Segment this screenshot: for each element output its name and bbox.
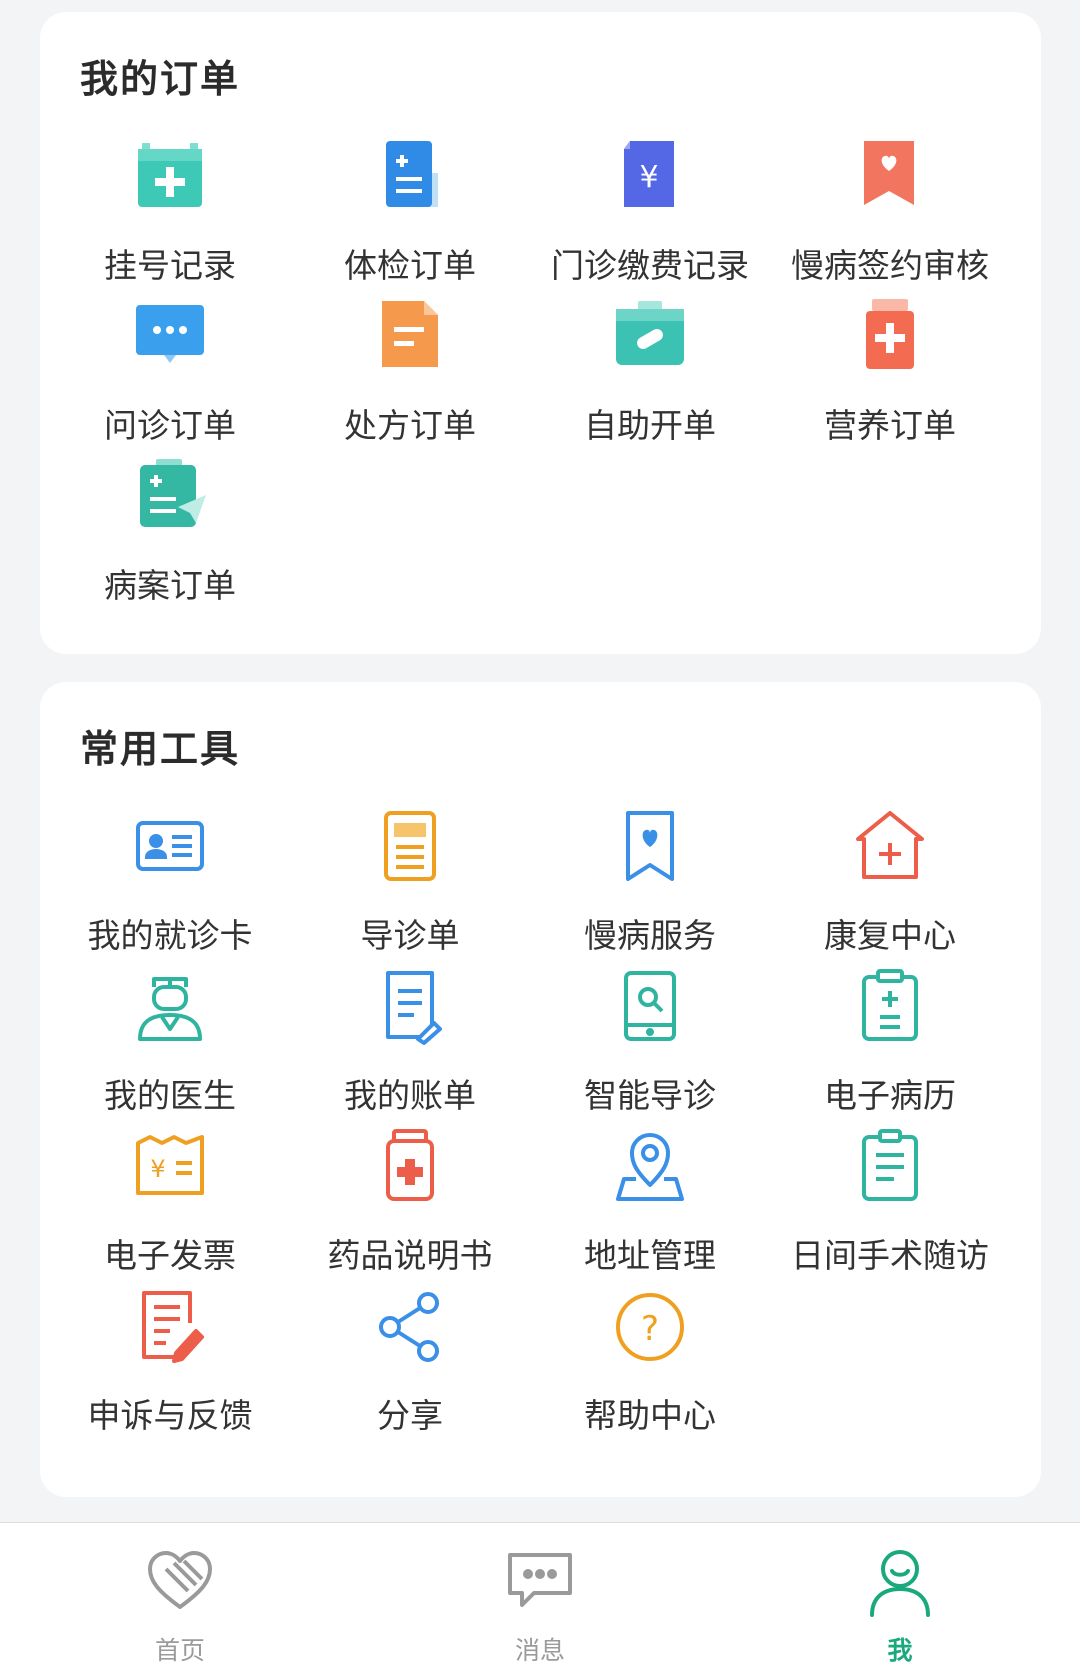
tool-label: 康复中心	[824, 916, 956, 955]
feedback-icon	[130, 1287, 210, 1367]
tool-item-guide-sheet[interactable]: 导诊单	[290, 807, 530, 977]
tool-label: 导诊单	[360, 916, 460, 955]
profile-icon	[864, 1545, 936, 1617]
order-item-registration[interactable]: 挂号记录	[50, 137, 290, 307]
tool-item-day-surgery[interactable]: 日间手术随访	[770, 1127, 1010, 1297]
tool-item-rehab[interactable]: 康复中心	[770, 807, 1010, 977]
tool-label: 帮助中心	[584, 1396, 716, 1435]
outpatient-payment-icon: ¥	[610, 137, 690, 217]
order-item-medical-record[interactable]: 病案订单	[50, 457, 290, 627]
tool-label: 药品说明书	[327, 1236, 493, 1275]
share-icon	[370, 1287, 450, 1367]
tool-item-help[interactable]: ? 帮助中心	[530, 1287, 770, 1457]
svg-text:¥: ¥	[150, 1155, 165, 1183]
tab-home[interactable]: 首页	[80, 1523, 280, 1677]
guide-sheet-icon	[370, 807, 450, 887]
tool-item-doctor[interactable]: 我的医生	[50, 967, 290, 1137]
medical-record-order-icon	[130, 457, 210, 537]
tool-label: 申诉与反馈	[87, 1396, 253, 1435]
tab-label: 首页	[154, 1636, 205, 1665]
tool-label: 电子发票	[104, 1236, 236, 1275]
tool-item-share[interactable]: 分享	[290, 1287, 530, 1457]
tool-label: 慢病服务	[584, 916, 716, 955]
day-surgery-followup-icon	[850, 1127, 930, 1207]
tools-card: 常用工具 我的就诊卡 导诊单 慢病服务 康复中心 我的医生 我的账单 智能导诊 …	[40, 682, 1041, 1497]
order-item-nutrition[interactable]: 营养订单	[770, 297, 1010, 467]
order-item-consultation[interactable]: 问诊订单	[50, 297, 290, 467]
chronic-contract-icon	[850, 137, 930, 217]
smart-guide-icon	[610, 967, 690, 1047]
drug-manual-icon	[370, 1127, 450, 1207]
order-label: 门诊缴费记录	[551, 246, 749, 285]
bill-icon	[370, 967, 450, 1047]
tool-label: 我的账单	[344, 1076, 476, 1115]
tool-item-chronic-service[interactable]: 慢病服务	[530, 807, 770, 977]
tool-label: 智能导诊	[584, 1076, 716, 1115]
order-label: 体检订单	[344, 246, 476, 285]
order-label: 问诊订单	[104, 406, 236, 445]
tool-item-medical-card[interactable]: 我的就诊卡	[50, 807, 290, 977]
order-item-checkup[interactable]: 体检订单	[290, 137, 530, 307]
home-heart-icon	[144, 1545, 216, 1617]
rehab-center-icon	[850, 807, 930, 887]
order-item-self-service[interactable]: 自助开单	[530, 297, 770, 467]
order-label: 慢病签约审核	[791, 246, 989, 285]
tool-item-feedback[interactable]: 申诉与反馈	[50, 1287, 290, 1457]
medical-card-icon	[130, 807, 210, 887]
tool-label: 日间手术随访	[791, 1236, 989, 1275]
address-icon	[610, 1127, 690, 1207]
bottom-tab-bar: 首页 消息 我	[0, 1522, 1080, 1677]
tool-item-address[interactable]: 地址管理	[530, 1127, 770, 1297]
tools-title: 常用工具	[80, 727, 241, 771]
tool-label: 电子病历	[824, 1076, 956, 1115]
tool-item-emr[interactable]: 电子病历	[770, 967, 1010, 1137]
order-item-prescription[interactable]: 处方订单	[290, 297, 530, 467]
consultation-order-icon	[130, 297, 210, 377]
tool-label: 我的就诊卡	[87, 916, 253, 955]
tool-item-smart-guide[interactable]: 智能导诊	[530, 967, 770, 1137]
emr-icon	[850, 967, 930, 1047]
help-icon: ?	[610, 1287, 690, 1367]
tool-item-bill[interactable]: 我的账单	[290, 967, 530, 1137]
tool-item-e-invoice[interactable]: ¥ 电子发票	[50, 1127, 290, 1297]
checkup-order-icon	[370, 137, 450, 217]
order-label: 营养订单	[824, 406, 956, 445]
order-item-chronic-contract[interactable]: 慢病签约审核	[770, 137, 1010, 307]
tool-label: 地址管理	[584, 1236, 716, 1275]
svg-text:¥: ¥	[639, 160, 658, 195]
prescription-order-icon	[370, 297, 450, 377]
nutrition-order-icon	[850, 297, 930, 377]
doctor-icon	[130, 967, 210, 1047]
order-label: 病案订单	[104, 566, 236, 605]
tab-messages[interactable]: 消息	[440, 1523, 640, 1677]
orders-title: 我的订单	[80, 57, 241, 101]
svg-text:?: ?	[641, 1309, 659, 1349]
order-label: 自助开单	[584, 406, 716, 445]
tool-label: 我的医生	[104, 1076, 236, 1115]
message-icon	[504, 1545, 576, 1617]
e-invoice-icon: ¥	[130, 1127, 210, 1207]
tab-label: 消息	[514, 1636, 565, 1665]
chronic-service-icon	[610, 807, 690, 887]
tab-label: 我	[887, 1636, 913, 1665]
orders-card: 我的订单 挂号记录 体检订单 ¥ 门诊缴费记录 慢病签约审核 问诊订单 处方订单…	[40, 12, 1041, 654]
order-label: 处方订单	[344, 406, 476, 445]
self-service-order-icon	[610, 297, 690, 377]
registration-record-icon	[130, 137, 210, 217]
order-label: 挂号记录	[104, 246, 236, 285]
tab-me[interactable]: 我	[800, 1523, 1000, 1677]
order-item-outpatient-payment[interactable]: ¥ 门诊缴费记录	[530, 137, 770, 307]
tool-label: 分享	[377, 1396, 443, 1435]
tool-item-drug-manual[interactable]: 药品说明书	[290, 1127, 530, 1297]
